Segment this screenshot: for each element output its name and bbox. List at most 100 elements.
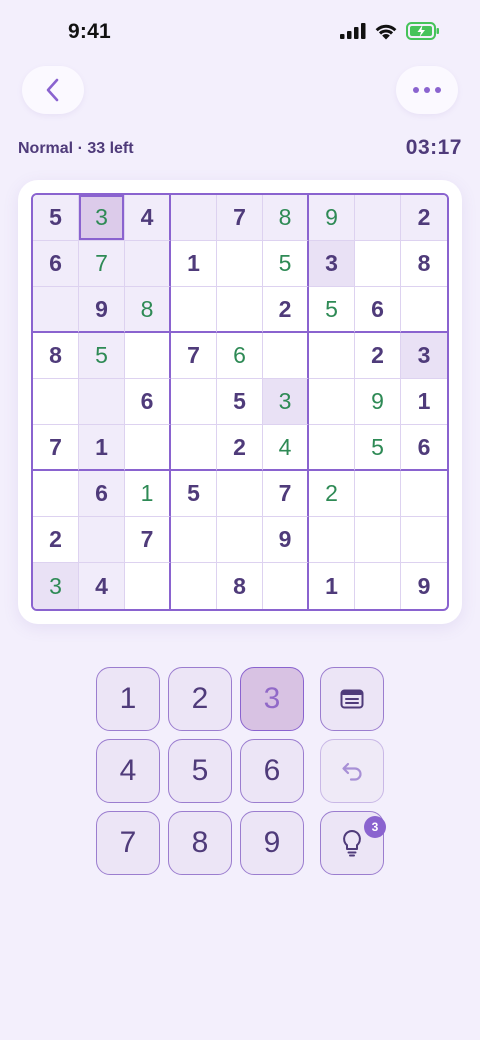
sudoku-cell[interactable]: 2 (355, 333, 401, 379)
sudoku-cell[interactable]: 3 (33, 563, 79, 609)
hint-button[interactable]: 3 (320, 811, 386, 875)
number-key-5[interactable]: 5 (168, 739, 232, 803)
sudoku-cell[interactable] (171, 287, 217, 333)
sudoku-cell[interactable] (355, 195, 401, 241)
sudoku-cell[interactable]: 4 (263, 425, 309, 471)
sudoku-cell[interactable] (309, 379, 355, 425)
number-key-2[interactable]: 2 (168, 667, 232, 731)
sudoku-cell[interactable]: 2 (33, 517, 79, 563)
sudoku-cell[interactable]: 1 (79, 425, 125, 471)
sudoku-cell[interactable] (355, 471, 401, 517)
number-key-9[interactable]: 9 (240, 811, 304, 875)
sudoku-cell[interactable]: 1 (125, 471, 171, 517)
notes-button[interactable] (320, 667, 384, 731)
sudoku-cell[interactable] (171, 195, 217, 241)
sudoku-cell[interactable]: 9 (263, 517, 309, 563)
sudoku-cell[interactable]: 7 (79, 241, 125, 287)
sudoku-cell[interactable] (217, 241, 263, 287)
sudoku-cell[interactable]: 6 (125, 379, 171, 425)
sudoku-cell[interactable] (217, 287, 263, 333)
more-horizontal-icon (413, 87, 441, 93)
number-key-8[interactable]: 8 (168, 811, 232, 875)
sudoku-cell[interactable]: 8 (401, 241, 447, 287)
sudoku-cell[interactable] (33, 471, 79, 517)
sudoku-cell[interactable]: 5 (217, 379, 263, 425)
sudoku-cell[interactable]: 5 (355, 425, 401, 471)
sudoku-cell[interactable]: 5 (33, 195, 79, 241)
sudoku-cell[interactable]: 7 (217, 195, 263, 241)
board-card: 5347892671538982568576236539171245661572… (18, 180, 462, 624)
sudoku-cell[interactable] (33, 287, 79, 333)
sudoku-cell[interactable]: 5 (309, 287, 355, 333)
sudoku-cell[interactable]: 1 (401, 379, 447, 425)
sudoku-cell[interactable] (263, 563, 309, 609)
sudoku-cell[interactable] (401, 517, 447, 563)
sudoku-cell[interactable]: 4 (79, 563, 125, 609)
sudoku-cell[interactable]: 3 (401, 333, 447, 379)
sudoku-cell[interactable]: 7 (33, 425, 79, 471)
sudoku-cell[interactable]: 9 (309, 195, 355, 241)
number-key-7[interactable]: 7 (96, 811, 160, 875)
sudoku-cell[interactable]: 3 (309, 241, 355, 287)
sudoku-cell[interactable]: 3 (263, 379, 309, 425)
sudoku-cell[interactable]: 2 (217, 425, 263, 471)
back-button[interactable] (22, 66, 84, 114)
sudoku-cell[interactable] (355, 517, 401, 563)
sudoku-cell[interactable]: 8 (263, 195, 309, 241)
sudoku-cell[interactable] (355, 563, 401, 609)
sudoku-cell[interactable] (355, 241, 401, 287)
sudoku-cell[interactable] (125, 425, 171, 471)
signal-icon (340, 23, 366, 39)
sudoku-cell[interactable]: 2 (263, 287, 309, 333)
sudoku-cell[interactable]: 6 (401, 425, 447, 471)
sudoku-cell[interactable]: 8 (33, 333, 79, 379)
sudoku-cell[interactable]: 1 (309, 563, 355, 609)
sudoku-cell[interactable] (125, 241, 171, 287)
sudoku-cell[interactable]: 6 (217, 333, 263, 379)
more-options-button[interactable] (396, 66, 458, 114)
sudoku-cell[interactable]: 6 (33, 241, 79, 287)
sudoku-cell[interactable] (79, 517, 125, 563)
sudoku-cell[interactable]: 6 (355, 287, 401, 333)
sudoku-cell[interactable] (171, 517, 217, 563)
level-remaining-label: Normal · 33 left (18, 140, 134, 157)
sudoku-cell[interactable] (79, 379, 125, 425)
sudoku-cell[interactable]: 2 (401, 195, 447, 241)
sudoku-cell[interactable] (217, 471, 263, 517)
sudoku-cell[interactable]: 9 (355, 379, 401, 425)
sudoku-cell[interactable]: 5 (263, 241, 309, 287)
sudoku-cell[interactable] (309, 517, 355, 563)
number-key-4[interactable]: 4 (96, 739, 160, 803)
sudoku-cell[interactable]: 5 (171, 471, 217, 517)
sudoku-cell[interactable] (125, 333, 171, 379)
undo-button[interactable] (320, 739, 384, 803)
sudoku-cell[interactable]: 8 (125, 287, 171, 333)
status-icons (340, 22, 440, 40)
sudoku-cell[interactable]: 3 (79, 195, 125, 241)
sudoku-cell[interactable] (171, 425, 217, 471)
sudoku-cell[interactable]: 1 (171, 241, 217, 287)
sudoku-cell[interactable] (309, 425, 355, 471)
sudoku-cell[interactable]: 2 (309, 471, 355, 517)
sudoku-cell[interactable]: 6 (79, 471, 125, 517)
sudoku-cell[interactable]: 7 (263, 471, 309, 517)
sudoku-cell[interactable]: 9 (79, 287, 125, 333)
sudoku-cell[interactable]: 8 (217, 563, 263, 609)
sudoku-cell[interactable] (217, 517, 263, 563)
sudoku-cell[interactable] (33, 379, 79, 425)
sudoku-cell[interactable]: 9 (401, 563, 447, 609)
sudoku-cell[interactable] (171, 563, 217, 609)
sudoku-cell[interactable] (263, 333, 309, 379)
sudoku-cell[interactable] (171, 379, 217, 425)
number-key-3[interactable]: 3 (240, 667, 304, 731)
sudoku-cell[interactable] (125, 563, 171, 609)
number-key-1[interactable]: 1 (96, 667, 160, 731)
sudoku-cell[interactable] (401, 471, 447, 517)
sudoku-cell[interactable]: 4 (125, 195, 171, 241)
sudoku-cell[interactable]: 7 (125, 517, 171, 563)
sudoku-cell[interactable]: 7 (171, 333, 217, 379)
sudoku-cell[interactable]: 5 (79, 333, 125, 379)
sudoku-cell[interactable] (401, 287, 447, 333)
sudoku-cell[interactable] (309, 333, 355, 379)
number-key-6[interactable]: 6 (240, 739, 304, 803)
